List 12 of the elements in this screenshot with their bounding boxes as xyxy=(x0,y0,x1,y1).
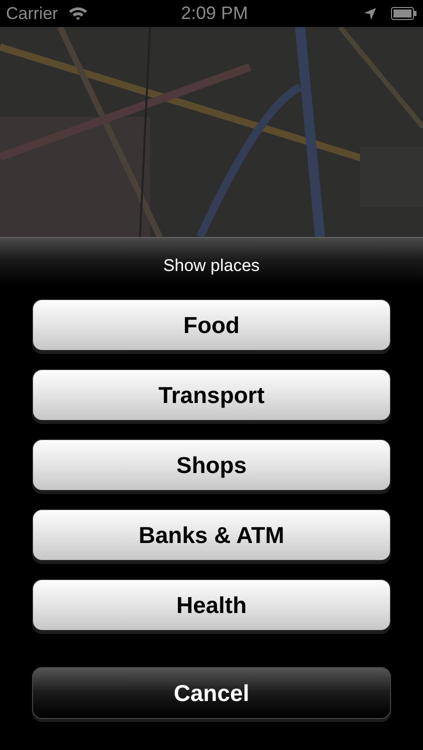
battery-icon xyxy=(391,7,417,20)
wifi-icon xyxy=(68,6,88,21)
location-arrow-icon xyxy=(363,6,377,20)
clock-time: 2:09 PM xyxy=(180,3,249,24)
sheet-title: Show places xyxy=(162,255,261,277)
option-button[interactable]: Food xyxy=(32,299,391,351)
carrier-name: Carrier xyxy=(6,4,58,24)
option-button[interactable]: Transport xyxy=(32,369,391,421)
option-button[interactable]: Health xyxy=(32,579,391,631)
cancel-button[interactable]: Cancel xyxy=(32,667,391,719)
option-button[interactable]: Shops xyxy=(32,439,391,491)
option-button[interactable]: Banks & ATM xyxy=(32,509,391,561)
